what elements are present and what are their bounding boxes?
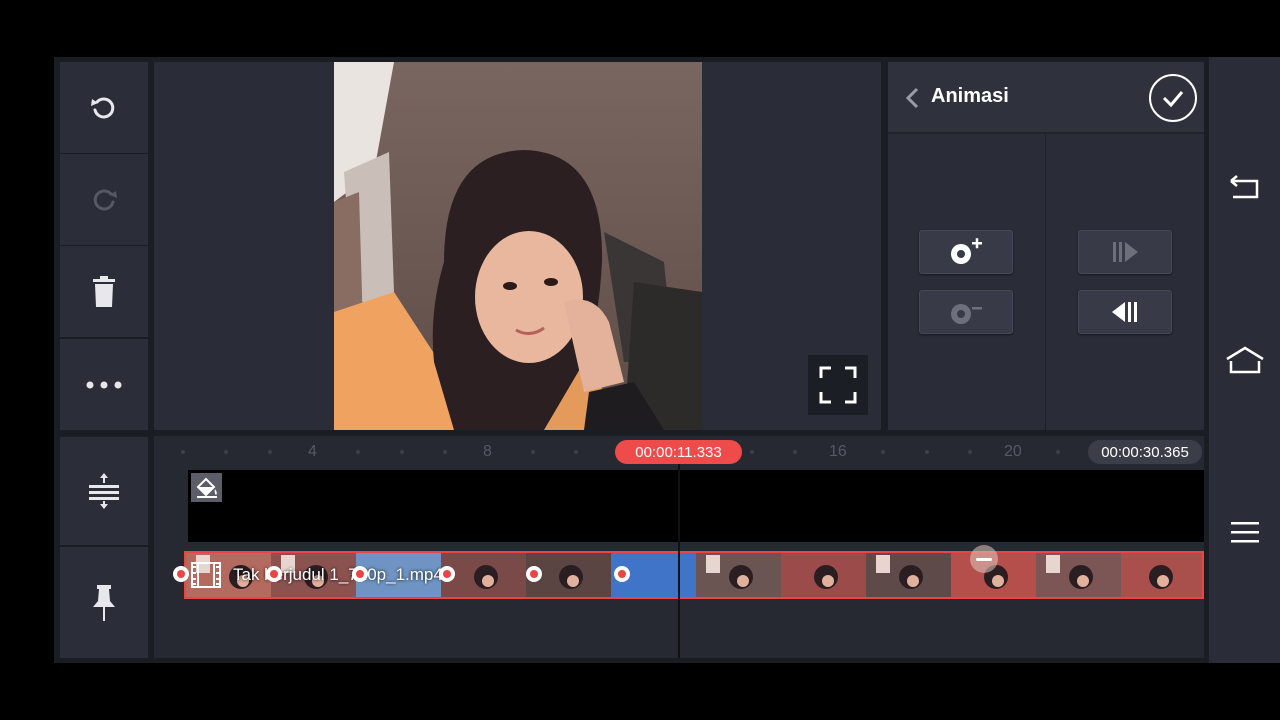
clip-name: Tak berjudul 1_720p_1.mp4 (233, 565, 443, 584)
trash-icon (93, 275, 115, 307)
menu-icon (1231, 522, 1259, 543)
ruler-tick (268, 450, 272, 454)
ruler-label: 16 (829, 443, 847, 460)
nav-back-button[interactable] (1225, 170, 1265, 206)
keyframe-marker[interactable] (173, 566, 189, 582)
keyframe-marker[interactable] (614, 566, 630, 582)
prev-keyframe-button[interactable] (1078, 290, 1172, 334)
check-icon (1162, 91, 1184, 108)
nav-home-button[interactable] (1225, 342, 1265, 378)
fullscreen-icon (819, 366, 857, 404)
ruler-label: 4 (308, 443, 317, 460)
delete-button[interactable] (60, 246, 148, 337)
ruler-tick (356, 450, 360, 454)
align-center-icon (89, 473, 119, 509)
ruler-tick (181, 450, 185, 454)
film-icon (189, 560, 223, 590)
total-duration-badge: 00:00:30.365 (1088, 440, 1202, 464)
more-button[interactable] (60, 339, 148, 430)
fullscreen-button[interactable] (808, 355, 868, 415)
app-screen: Animasi 4 8 16 20 00:00:11.333 00:00:30.… (0, 0, 1280, 720)
redo-button[interactable] (60, 154, 148, 245)
playhead[interactable] (678, 464, 680, 658)
ruler-label: 8 (483, 443, 492, 460)
panel-title: Animasi (931, 85, 1009, 107)
layer-track[interactable] (188, 470, 1204, 542)
remove-keyframe-button[interactable] (919, 290, 1013, 334)
ruler-tick (793, 450, 797, 454)
ruler-tick (443, 450, 447, 454)
add-keyframe-icon (951, 238, 982, 264)
redo-icon (93, 188, 117, 210)
layer-adjust-button[interactable] (60, 437, 148, 545)
ruler-tick (224, 450, 228, 454)
keyframe-marker[interactable] (526, 566, 542, 582)
undo-icon (91, 96, 115, 118)
nav-menu-button[interactable] (1225, 514, 1265, 550)
home-icon (1226, 346, 1264, 374)
ruler-tick (925, 450, 929, 454)
ruler-tick (574, 450, 578, 454)
pin-icon (93, 584, 115, 621)
more-icon (86, 381, 122, 388)
paint-bucket-icon (196, 477, 217, 498)
back-icon (1230, 175, 1259, 199)
keyframe-marker[interactable] (352, 566, 368, 582)
pin-button[interactable] (60, 547, 148, 658)
panel-column-divider (1045, 134, 1046, 430)
ruler-tick (400, 450, 404, 454)
ruler-tick (881, 450, 885, 454)
keyframe-marker[interactable] (439, 566, 455, 582)
clip-trim-handle[interactable] (970, 545, 998, 573)
current-time-badge: 00:00:11.333 (615, 440, 742, 464)
next-keyframe-icon (1113, 242, 1138, 262)
ruler-tick (750, 450, 754, 454)
panel-divider (888, 132, 1204, 134)
next-keyframe-button[interactable] (1078, 230, 1172, 274)
keyframe-marker[interactable] (266, 566, 282, 582)
layer-item[interactable] (191, 473, 222, 502)
back-button[interactable] (900, 84, 924, 112)
remove-keyframe-icon (951, 304, 982, 324)
ruler-label: 20 (1004, 443, 1022, 460)
confirm-button[interactable] (1149, 74, 1197, 122)
chevron-left-icon (905, 87, 919, 109)
ruler-tick (968, 450, 972, 454)
ruler-tick (531, 450, 535, 454)
ruler-tick (1056, 450, 1060, 454)
prev-keyframe-icon (1112, 302, 1137, 322)
preview-frame-image (334, 62, 702, 430)
undo-button[interactable] (60, 62, 148, 153)
add-keyframe-button[interactable] (919, 230, 1013, 274)
